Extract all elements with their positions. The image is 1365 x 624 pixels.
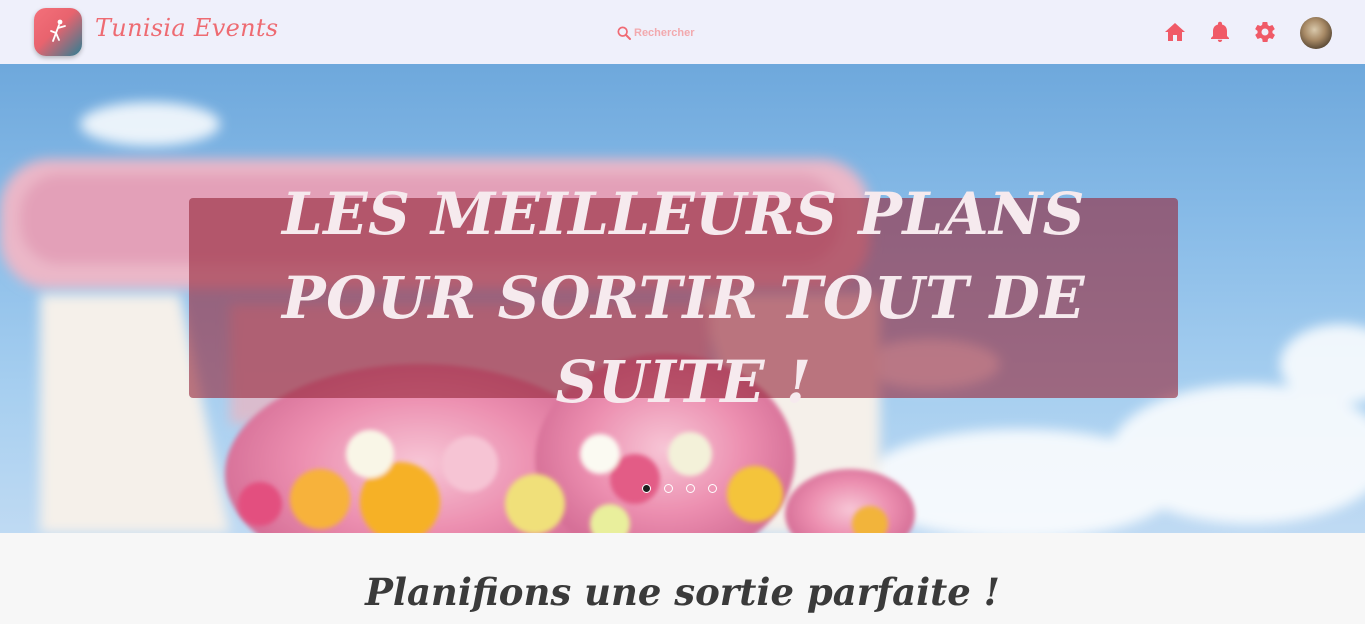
hero-banner: LES MEILLEURS PLANS POUR SORTIR TOUT DE … xyxy=(189,180,1178,416)
section-title: Planifions une sortie parfaite ! xyxy=(365,570,1000,614)
brand-name[interactable]: Tunisia Events xyxy=(95,14,278,42)
gear-icon[interactable] xyxy=(1253,20,1277,44)
carousel-dot-2[interactable] xyxy=(664,484,673,493)
search-bar[interactable] xyxy=(616,24,724,41)
search-input[interactable] xyxy=(634,26,724,39)
hero-carousel: LES MEILLEURS PLANS POUR SORTIR TOUT DE … xyxy=(0,64,1365,533)
hero-headline: LES MEILLEURS PLANS POUR SORTIR TOUT DE … xyxy=(281,180,1086,416)
carousel-indicators xyxy=(642,484,717,493)
search-icon[interactable] xyxy=(616,25,632,41)
home-icon[interactable] xyxy=(1163,20,1187,44)
carousel-dot-3[interactable] xyxy=(686,484,695,493)
bell-icon[interactable] xyxy=(1208,20,1232,44)
top-navbar: Tunisia Events xyxy=(0,0,1365,64)
dancer-logo-icon xyxy=(50,19,66,42)
user-avatar[interactable] xyxy=(1300,17,1332,49)
carousel-dot-4[interactable] xyxy=(708,484,717,493)
carousel-dot-1[interactable] xyxy=(642,484,651,493)
app-logo[interactable] xyxy=(34,8,82,56)
